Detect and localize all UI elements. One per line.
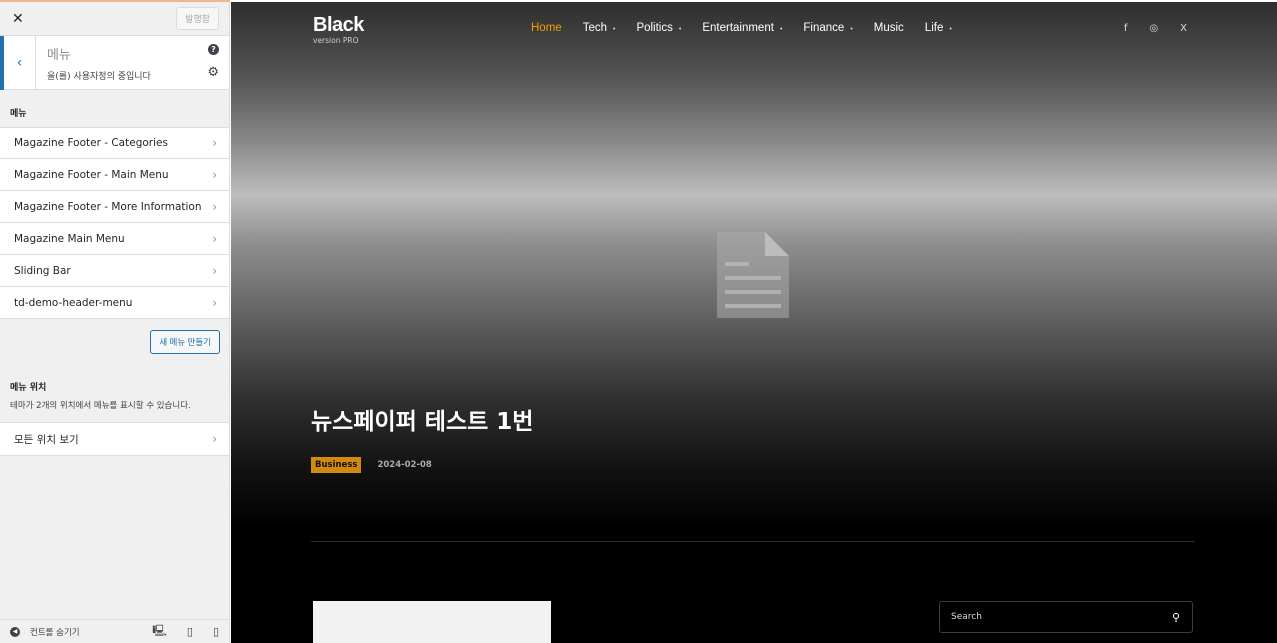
section-header: ‹ 메뉴 을(를) 사용자정의 중입니다 ? ⚙	[0, 35, 229, 90]
menu-item[interactable]: Sliding Bar ›	[0, 255, 229, 287]
menu-item[interactable]: Magazine Footer - More Information ›	[0, 191, 229, 223]
logo-title: Black	[313, 14, 364, 36]
category-badge[interactable]: Business	[311, 457, 362, 473]
nav-item-entertainment[interactable]: Entertainment •	[702, 22, 782, 34]
dropdown-indicator-icon: •	[949, 26, 952, 33]
post-date: 2024-02-08	[377, 460, 432, 470]
divider	[311, 541, 1195, 542]
menu-item-label: Magazine Footer - Categories	[14, 137, 168, 149]
collapse-icon[interactable]: ◀	[10, 626, 20, 637]
nav-label: Politics	[636, 22, 673, 34]
section-subtitle: 을(를) 사용자정의 중입니다	[47, 71, 151, 82]
view-all-locations-label: 모든 위치 보기	[14, 433, 79, 446]
search-placeholder: Search	[951, 612, 982, 622]
menu-item-label: Sliding Bar	[14, 264, 71, 277]
post-meta: Business 2024-02-08	[311, 457, 432, 473]
dropdown-indicator-icon: •	[678, 26, 682, 33]
menu-list: Magazine Footer - Categories › Magazine …	[0, 127, 229, 319]
nav-item-finance[interactable]: Finance •	[803, 22, 852, 34]
menus-label: 메뉴	[10, 109, 27, 119]
menu-item[interactable]: Magazine Footer - Categories ›	[0, 127, 229, 159]
chevron-right-icon: ›	[212, 231, 217, 246]
chevron-right-icon: ›	[212, 263, 217, 278]
chevron-right-icon: ›	[212, 199, 217, 214]
close-icon[interactable]: ✕	[12, 11, 24, 27]
view-all-locations-row[interactable]: 모든 위치 보기 ›	[0, 423, 229, 455]
nav-label: Life	[924, 22, 944, 34]
hide-controls-button[interactable]: 컨트롤 숨기기	[30, 626, 132, 638]
search-input[interactable]: Search ⚲	[939, 601, 1193, 633]
sidebar-header: ✕ 발행함	[0, 2, 229, 36]
nav-label: Home	[531, 22, 562, 34]
nav-item-life[interactable]: Life •	[925, 22, 952, 34]
social-icons: f ◎ X	[1102, 23, 1187, 34]
desktop-icon[interactable]: 🖳	[152, 622, 167, 641]
back-button[interactable]: ‹	[0, 35, 36, 90]
chevron-right-icon: ›	[212, 136, 217, 150]
menu-locations-desc: 테마가 2개의 위치에서 메뉴를 표시할 수 있습니다.	[10, 401, 191, 411]
menu-item-label: td-demo-header-menu	[14, 296, 133, 309]
post-headline[interactable]: 뉴스페이퍼 테스트 1번	[311, 402, 533, 436]
facebook-icon[interactable]: f	[1124, 23, 1128, 34]
dropdown-indicator-icon: •	[850, 26, 853, 33]
site-logo[interactable]: Black version PRO	[313, 14, 364, 45]
menu-locations-title: 메뉴 위치	[10, 383, 47, 393]
nav-label: Music	[873, 22, 904, 34]
help-icon[interactable]: ?	[208, 44, 219, 55]
menu-item-label: Magazine Main Menu	[14, 232, 125, 245]
dropdown-indicator-icon: •	[612, 26, 616, 33]
nav-item-home[interactable]: Home	[531, 22, 562, 34]
view-all-locations[interactable]: 모든 위치 보기 ›	[0, 422, 229, 456]
tablet-icon[interactable]: ▯	[187, 625, 193, 638]
new-menu-button[interactable]: 새 메뉴 만들기	[150, 330, 220, 354]
main-nav: Home Tech • Politics • Entertainment • Fina…	[531, 22, 973, 34]
menu-item[interactable]: Magazine Main Menu ›	[0, 223, 229, 255]
gear-icon[interactable]: ⚙	[207, 65, 219, 80]
site-preview: Black version PRO Home Tech • Politics • E…	[231, 2, 1277, 643]
nav-label: Finance	[803, 22, 845, 34]
new-menu-wrap: 새 메뉴 만들기	[0, 319, 229, 354]
menu-item[interactable]: Magazine Footer - Main Menu ›	[0, 159, 229, 191]
chevron-right-icon: ›	[212, 295, 217, 310]
sidebar-footer: ◀ 컨트롤 숨기기 🖳 ▯ ▯	[0, 619, 229, 643]
chevron-right-icon: ›	[212, 432, 217, 446]
menu-item-label: Magazine Footer - More Information	[14, 200, 202, 213]
instagram-icon[interactable]: ◎	[1149, 23, 1158, 34]
chevron-left-icon: ‹	[16, 54, 23, 71]
menu-item[interactable]: td-demo-header-menu ›	[0, 287, 229, 319]
nav-label: Entertainment	[702, 22, 774, 34]
nav-label: Tech	[582, 22, 607, 34]
image-placeholder-icon	[717, 232, 789, 318]
customizer-sidebar: ✕ 발행함 ‹ 메뉴 을(를) 사용자정의 중입니다 ? ⚙ 메뉴 Magazi…	[0, 0, 230, 643]
post-card[interactable]	[313, 601, 551, 643]
mobile-icon[interactable]: ▯	[213, 625, 219, 638]
x-twitter-icon[interactable]: X	[1180, 23, 1187, 34]
section-titles: 메뉴 을(를) 사용자정의 중입니다	[36, 44, 229, 82]
logo-subtitle: version PRO	[313, 36, 359, 45]
search-icon[interactable]: ⚲	[1172, 611, 1180, 624]
dropdown-indicator-icon: •	[779, 26, 783, 33]
menu-item-label: Magazine Footer - Main Menu	[14, 168, 169, 181]
section-title: 메뉴	[47, 47, 71, 63]
nav-item-music[interactable]: Music	[874, 22, 904, 34]
nav-item-politics[interactable]: Politics •	[636, 22, 681, 34]
nav-item-tech[interactable]: Tech •	[583, 22, 616, 34]
chevron-right-icon: ›	[212, 167, 217, 182]
publish-button[interactable]: 발행함	[176, 7, 219, 30]
